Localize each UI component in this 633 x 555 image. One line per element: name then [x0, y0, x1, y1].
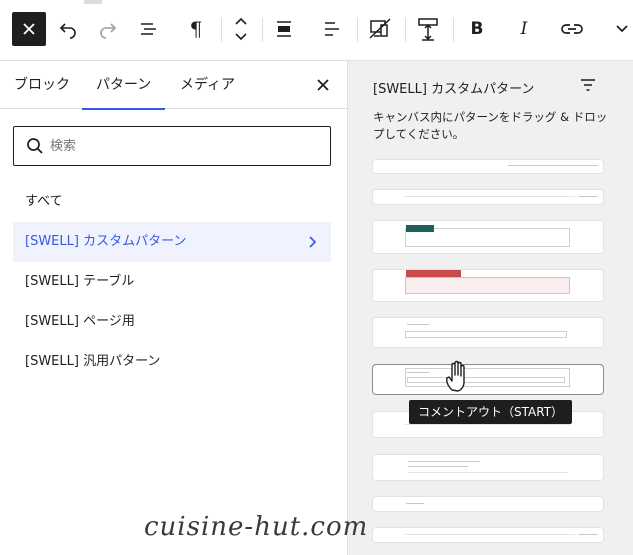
pattern-card-hovered[interactable]: [373, 365, 603, 394]
device-visibility-button[interactable]: [362, 11, 398, 47]
bold-icon: B: [470, 19, 484, 39]
pattern-preview-line: [405, 534, 575, 535]
pattern-card[interactable]: [373, 190, 603, 204]
move-block-button[interactable]: [223, 11, 259, 47]
tab-patterns[interactable]: パターン: [82, 61, 166, 110]
editor-toolbar: ¶ B I: [0, 0, 633, 61]
inserter-tabs: ブロック パターン メディア: [0, 61, 347, 110]
undo-button[interactable]: [50, 11, 86, 47]
close-panel-button[interactable]: [313, 75, 333, 95]
pattern-category-list: すべて [SWELL] カスタムパターン [SWELL] テーブル [SWELL…: [13, 182, 331, 382]
link-button[interactable]: [554, 11, 590, 47]
search-input[interactable]: [50, 127, 320, 165]
panel-title: [SWELL] カスタムパターン: [373, 82, 535, 97]
category-label: すべて: [25, 194, 63, 209]
category-swell-table[interactable]: [SWELL] テーブル: [13, 262, 331, 302]
pattern-card[interactable]: [373, 528, 603, 542]
category-label: [SWELL] 汎用パターン: [25, 354, 161, 369]
bold-button[interactable]: B: [459, 11, 495, 47]
pattern-card[interactable]: [373, 497, 603, 511]
pattern-preview-line: [508, 165, 598, 166]
pattern-card[interactable]: [373, 455, 603, 480]
category-swell-general[interactable]: [SWELL] 汎用パターン: [13, 342, 331, 382]
category-label: [SWELL] カスタムパターン: [25, 234, 187, 249]
pattern-preview-line: [405, 196, 575, 197]
hand-cursor-icon: [446, 360, 465, 392]
chevron-down-icon: [616, 25, 628, 33]
pattern-preview-line: [406, 503, 424, 504]
list-view-button[interactable]: [131, 11, 167, 47]
italic-icon: I: [520, 19, 528, 39]
toolbar-divider: [357, 18, 358, 42]
pattern-preview-line: [408, 461, 480, 462]
pattern-preview-box: [405, 277, 570, 294]
pattern-preview-panel: [SWELL] カスタムパターン キャンバス内にパターンをドラッグ & ドロップ…: [347, 61, 633, 555]
link-icon: [561, 24, 583, 34]
category-all[interactable]: すべて: [13, 182, 331, 222]
close-icon: [23, 23, 35, 35]
toolbar-divider: [453, 18, 454, 42]
more-rich-text-button[interactable]: [604, 11, 633, 47]
category-swell-page[interactable]: [SWELL] ページ用: [13, 302, 331, 342]
pattern-preview-box: [405, 331, 567, 338]
list-view-icon: [141, 23, 156, 35]
category-swell-custom[interactable]: [SWELL] カスタムパターン: [13, 222, 331, 262]
spacing-icon: [418, 18, 438, 41]
block-margin-button[interactable]: [410, 11, 446, 47]
pattern-preview-line: [405, 424, 570, 425]
block-alignment-button[interactable]: [266, 11, 302, 47]
italic-button[interactable]: I: [506, 11, 542, 47]
pattern-card[interactable]: [373, 160, 603, 173]
redo-button[interactable]: [90, 11, 126, 47]
close-inserter-button[interactable]: [12, 12, 46, 46]
undo-icon: [59, 23, 76, 39]
watermark: cuisine-hut.com: [144, 512, 369, 542]
tab-blocks[interactable]: ブロック: [0, 61, 84, 109]
toolbar-divider: [405, 18, 406, 42]
toolbar-divider: [262, 18, 263, 42]
tab-media[interactable]: メディア: [166, 61, 249, 109]
pattern-card[interactable]: [373, 221, 603, 253]
category-label: [SWELL] ページ用: [25, 314, 135, 329]
pattern-card[interactable]: [373, 270, 603, 301]
pattern-tooltip: コメントアウト（START）: [409, 400, 573, 424]
pattern-preview-line: [408, 472, 568, 473]
pattern-card[interactable]: [373, 318, 603, 347]
device-hidden-icon: [369, 18, 391, 39]
paragraph-icon: ¶: [189, 17, 203, 41]
text-align-button[interactable]: [314, 11, 350, 47]
panel-description: キャンバス内にパターンをドラッグ & ドロップしてください。: [373, 110, 608, 141]
pattern-preview-line: [578, 534, 598, 535]
filter-icon[interactable]: [580, 78, 596, 92]
inserter-panel: ブロック パターン メディア すべて [SWELL] カスタムパターン [SWE…: [0, 61, 347, 555]
pattern-preview-tag: [406, 270, 461, 277]
pattern-preview-line: [407, 372, 429, 373]
pattern-preview-line: [408, 466, 468, 467]
pattern-preview-tag: [406, 225, 434, 232]
toolbar-highlight: [84, 0, 102, 4]
pattern-preview-line: [578, 196, 598, 197]
align-wide-icon: [277, 21, 291, 37]
chevron-up-down-icon: [235, 17, 247, 41]
toolbar-divider: [221, 18, 222, 42]
close-icon: [317, 79, 329, 91]
redo-icon: [100, 23, 117, 39]
pattern-preview-line: [407, 324, 429, 325]
pattern-preview-box: [407, 377, 565, 383]
align-left-icon: [325, 22, 339, 36]
paragraph-button[interactable]: ¶: [178, 11, 214, 47]
chevron-right-icon: [309, 236, 317, 248]
search-icon: [27, 138, 43, 154]
pattern-search: [13, 126, 331, 166]
category-label: [SWELL] テーブル: [25, 274, 135, 289]
